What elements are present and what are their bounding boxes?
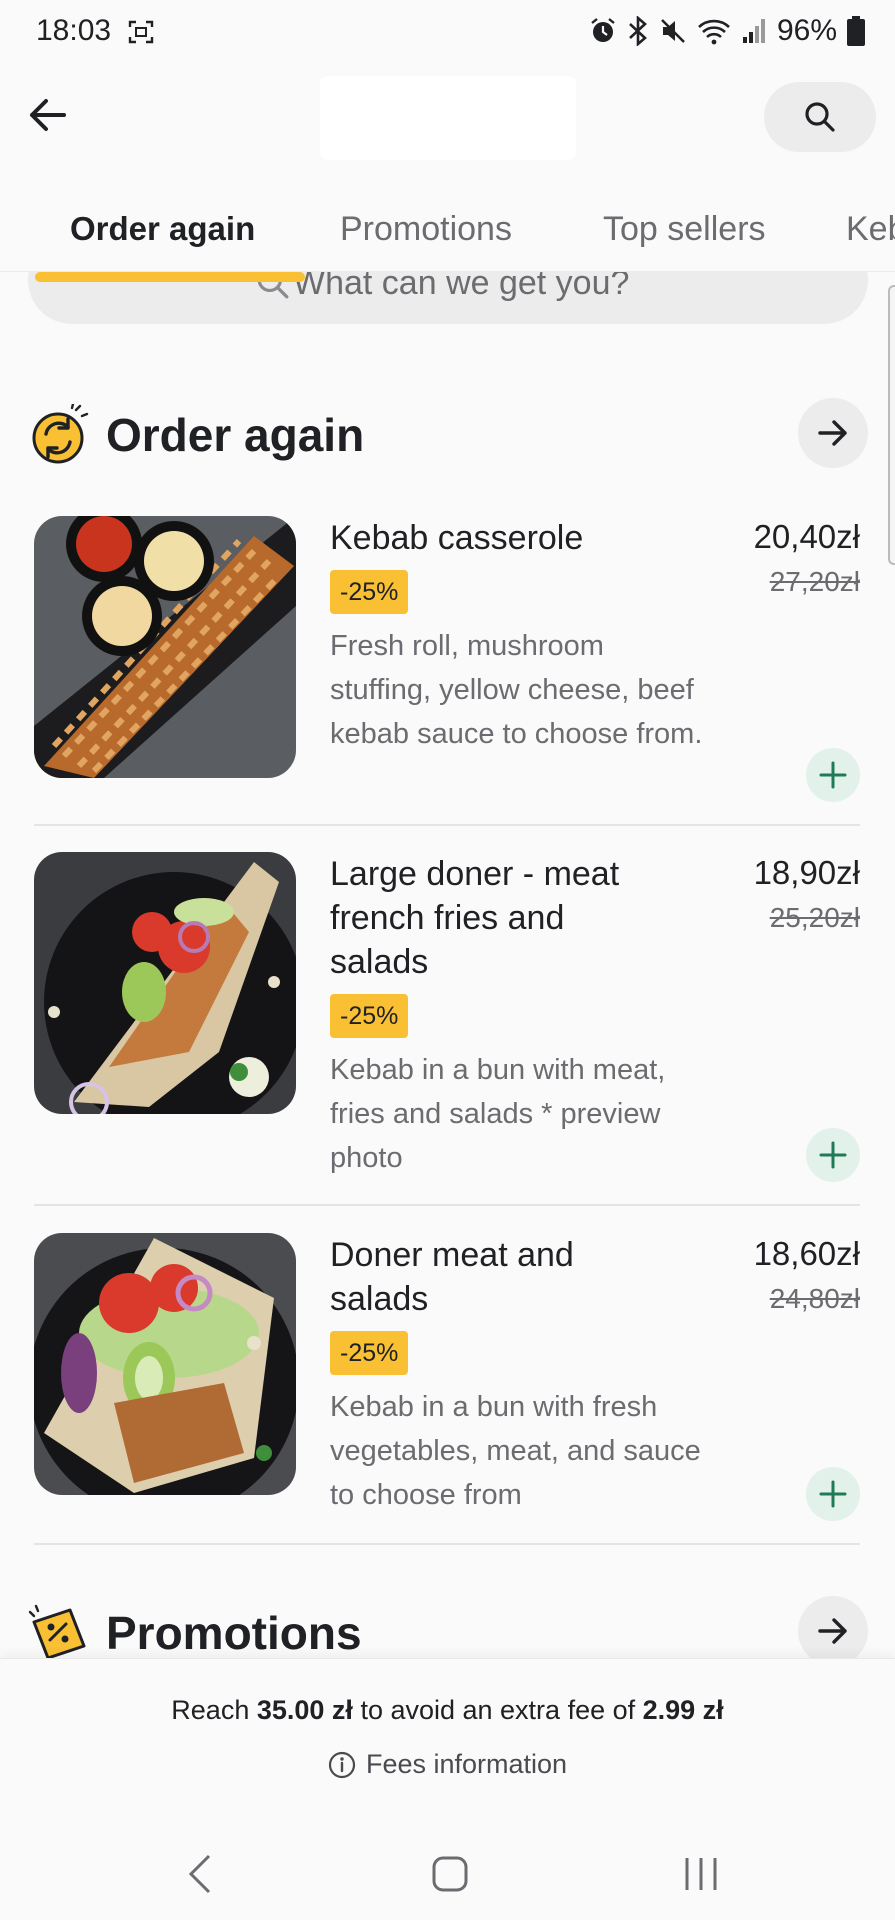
discount-badge: -25%	[330, 994, 409, 1038]
reorder-icon	[32, 404, 89, 464]
item-description: Kebab in a bun with meat, fries and sala…	[330, 1054, 666, 1174]
discount-badge: -25%	[330, 1331, 409, 1375]
tab-top-sellers[interactable]: Top sellers	[603, 210, 766, 249]
fees-info-label: Fees information	[365, 1749, 568, 1779]
arrow-right-icon	[818, 420, 847, 446]
add-to-cart-button[interactable]	[806, 1467, 860, 1521]
tab-promotions[interactable]: Promotions	[340, 210, 512, 249]
system-navigation-bar	[0, 1829, 895, 1920]
nav-back-button[interactable]	[165, 1839, 235, 1909]
battery-percent: 96%	[776, 14, 837, 47]
nav-recents-button[interactable]	[666, 1839, 736, 1909]
chevron-left-icon	[188, 1854, 211, 1894]
section-title: Order again	[106, 409, 365, 461]
promotion-tag-icon	[28, 1604, 86, 1660]
tab-order-again[interactable]: Order again	[70, 210, 255, 248]
restaurant-logo	[320, 76, 576, 160]
discount-badge: -25%	[330, 570, 409, 614]
app-header	[0, 66, 895, 176]
fees-information-link[interactable]: Fees information	[0, 1749, 895, 1780]
search-button[interactable]	[764, 82, 876, 152]
plus-icon	[819, 1480, 847, 1508]
search-icon	[805, 102, 835, 132]
status-time: 18:03	[36, 14, 112, 47]
battery-icon	[847, 16, 865, 46]
see-all-promotions-button[interactable]	[798, 1596, 868, 1666]
status-icons: 96%	[589, 14, 865, 48]
signal-icon	[742, 19, 765, 43]
item-name: Kebab casserole	[330, 519, 584, 557]
item-photo-kebab-casserole	[34, 516, 296, 778]
tab-kebab[interactable]: Keb	[846, 210, 895, 249]
section-title: Promotions	[106, 1607, 362, 1659]
menu-item[interactable]: Large doner - meat french fries and sala…	[34, 852, 860, 1206]
recents-icon	[685, 1858, 717, 1890]
item-old-price: 27,20zł	[769, 566, 860, 597]
nav-home-button[interactable]	[415, 1839, 485, 1909]
item-old-price: 24,80zł	[769, 1283, 860, 1314]
bluetooth-icon	[629, 16, 647, 46]
item-description: Kebab in a bun with fresh vegetables, me…	[330, 1391, 701, 1511]
section-order-again-header: Order again	[0, 398, 895, 478]
menu-item[interactable]: Doner meat and salads -25% Kebab in a bu…	[34, 1233, 860, 1545]
see-all-order-again-button[interactable]	[798, 398, 868, 468]
home-square-icon	[432, 1856, 468, 1892]
active-tab-indicator	[35, 272, 305, 282]
fee-amount: 2.99 zł	[642, 1695, 724, 1725]
item-price: 18,90zł	[753, 854, 860, 891]
category-tabs: Order again Promotions Top sellers Keb	[0, 190, 895, 272]
fee-threshold: 35.00 zł	[256, 1695, 353, 1725]
item-price: 18,60zł	[753, 1235, 860, 1272]
cart-footer: Reach 35.00 zł to avoid an extra fee of …	[0, 1658, 895, 1920]
item-description: Fresh roll, mushroom stuffing, yellow ch…	[330, 630, 703, 750]
minimum-order-notice: Reach 35.00 zł to avoid an extra fee of …	[0, 1695, 895, 1726]
arrow-right-icon	[818, 1618, 847, 1644]
alarm-icon	[591, 18, 615, 42]
arrow-left-icon	[30, 99, 66, 131]
fee-middle: to avoid an extra fee of	[352, 1695, 643, 1725]
fee-prefix: Reach	[171, 1695, 257, 1725]
status-bar: 18:03 96%	[0, 0, 895, 66]
plus-icon	[819, 761, 847, 789]
item-price: 20,40zł	[753, 518, 860, 555]
item-name: Doner meat and salads	[330, 1236, 574, 1318]
item-photo-doner-meat-salads	[34, 1233, 296, 1495]
add-to-cart-button[interactable]	[806, 748, 860, 802]
item-name: Large doner - meat french fries and sala…	[330, 855, 620, 981]
mute-icon	[661, 19, 685, 43]
add-to-cart-button[interactable]	[806, 1128, 860, 1182]
wifi-icon	[698, 19, 730, 45]
back-button[interactable]	[22, 90, 72, 140]
plus-icon	[819, 1141, 847, 1169]
item-photo-large-doner	[34, 852, 296, 1114]
menu-item[interactable]: Kebab casserole -25% Fresh roll, mushroo…	[34, 516, 860, 826]
screenshot-icon	[128, 20, 154, 44]
item-old-price: 25,20zł	[769, 902, 860, 933]
info-icon	[328, 1751, 356, 1778]
